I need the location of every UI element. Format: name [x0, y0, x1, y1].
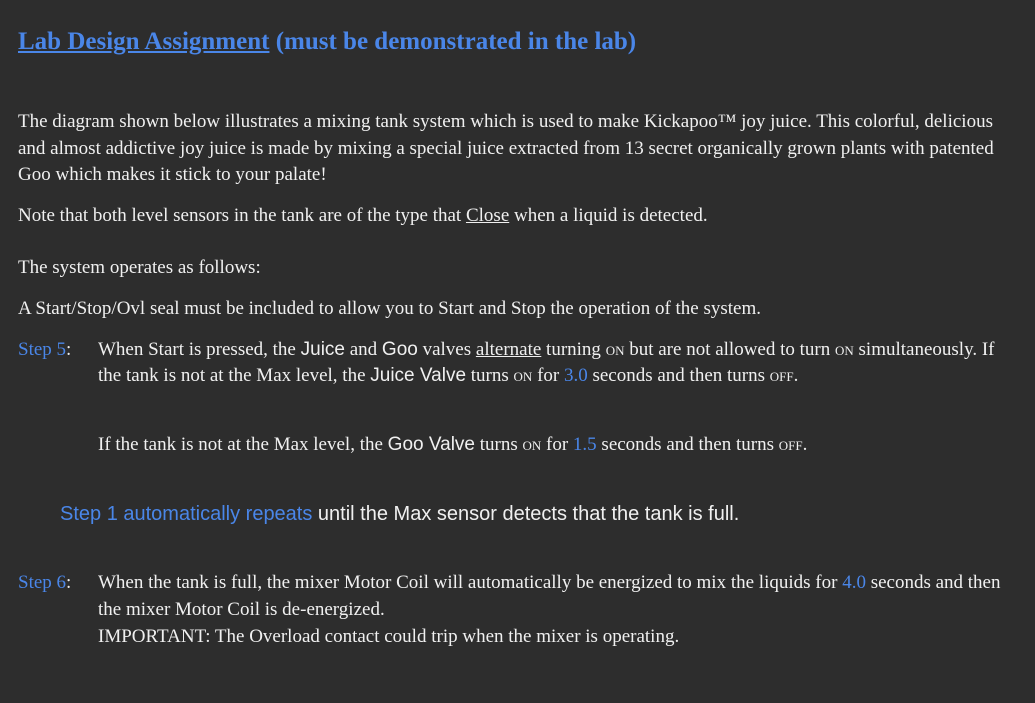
s5-on2: on [835, 339, 854, 360]
s6-t1: When the tank is full, the mixer Motor C… [98, 572, 842, 593]
step-6-body: When the tank is full, the mixer Motor C… [98, 570, 1017, 650]
note-post: when a liquid is detected. [509, 205, 707, 226]
s5-num-a: 3.0 [564, 365, 588, 386]
intro-text-a: The diagram shown below illustrates a mi… [18, 111, 718, 132]
step-5-row: Step 5: When Start is pressed, the Juice… [18, 337, 1017, 459]
s5-off1: off [770, 365, 794, 386]
trademark-symbol: ™ [718, 111, 737, 132]
s5-num-b: 1.5 [573, 434, 597, 455]
s5-t2: and [345, 339, 382, 360]
s5-t10: . [794, 365, 799, 386]
s6-important: IMPORTANT: The Overload contact could tr… [98, 626, 679, 647]
startstop-paragraph: A Start/Stop/Ovl seal must be included t… [18, 296, 1017, 323]
step-5-name: Step 5 [18, 339, 66, 360]
s5-alternate: alternate [476, 339, 541, 360]
note-pre: Note that both level sensors in the tank… [18, 205, 466, 226]
operates-paragraph: The system operates as follows: [18, 255, 1017, 282]
s5-t5: but are not allowed to turn [624, 339, 835, 360]
s5-off2: off [779, 434, 803, 455]
step-6-colon: : [66, 572, 71, 593]
s5-t4: turning [541, 339, 605, 360]
s5-s2c: for [541, 434, 573, 455]
s5-goo-valve: Goo Valve [388, 434, 475, 455]
intro-paragraph: The diagram shown below illustrates a mi… [18, 109, 1017, 189]
s5-s2e: . [803, 434, 808, 455]
repeat-c: sensor detects that the tank is full. [431, 503, 739, 525]
repeat-max: Max [394, 503, 432, 525]
s5-on3: on [514, 365, 533, 386]
s6-num: 4.0 [842, 572, 866, 593]
s5-s2d: seconds and then turns [597, 434, 779, 455]
s5-juice: Juice [301, 339, 345, 360]
s5-t9: seconds and then turns [588, 365, 770, 386]
s5-t3: valves [418, 339, 476, 360]
s5-t8: for [532, 365, 564, 386]
document-page: Lab Design Assignment (must be demonstra… [0, 0, 1035, 690]
s5-t7: turns [466, 365, 514, 386]
title-main: Lab Design Assignment [18, 28, 269, 55]
repeat-blue: Step 1 automatically repeats [60, 503, 312, 525]
step-5-sub: If the tank is not at the Max level, the… [98, 432, 1017, 459]
s5-goo: Goo [382, 339, 418, 360]
repeat-b: until the [312, 503, 393, 525]
page-title: Lab Design Assignment (must be demonstra… [18, 24, 1017, 59]
step-6-row: Step 6: When the tank is full, the mixer… [18, 570, 1017, 650]
step-5-body: When Start is pressed, the Juice and Goo… [98, 337, 1017, 459]
step-5-colon: : [66, 339, 71, 360]
note-paragraph: Note that both level sensors in the tank… [18, 203, 1017, 230]
s5-s2a: If the tank is not at the Max level, the [98, 434, 388, 455]
title-sub: (must be demonstrated in the lab) [269, 28, 636, 55]
note-close-underlined: Close [466, 205, 509, 226]
step-5-label: Step 5: [18, 337, 98, 364]
s5-t1: When Start is pressed, the [98, 339, 301, 360]
step-repeat-line: Step 1 automatically repeats until the M… [60, 500, 1017, 528]
s5-on4: on [522, 434, 541, 455]
step-6-label: Step 6: [18, 570, 98, 597]
s5-juice-valve: Juice Valve [370, 365, 466, 386]
s5-s2b: turns [475, 434, 523, 455]
s5-on1: on [606, 339, 625, 360]
step-6-name: Step 6 [18, 572, 66, 593]
